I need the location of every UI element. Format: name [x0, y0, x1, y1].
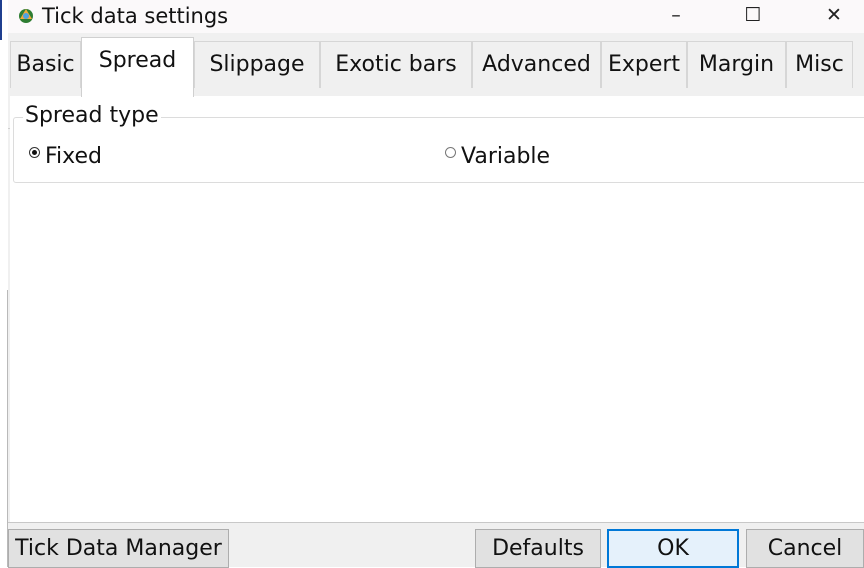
tab-margin[interactable]: Margin	[687, 41, 786, 88]
tab-exotic-bars[interactable]: Exotic bars	[320, 41, 472, 88]
tab-expert[interactable]: Expert	[601, 41, 687, 88]
spread-fixed-label: Fixed	[45, 144, 103, 169]
radio-selected-icon	[29, 147, 40, 158]
spread-variable-label: Variable	[461, 144, 551, 169]
spread-fixed-radio[interactable]: Fixed	[29, 143, 102, 171]
maximize-button[interactable]: ☐	[730, 0, 776, 33]
spread-type-legend: Spread type	[23, 102, 161, 130]
cancel-button[interactable]: Cancel	[746, 529, 864, 568]
background-window-strip	[0, 0, 8, 567]
title-bar[interactable]: Tick data settings – ☐ ✕	[8, 0, 864, 33]
tab-strip: Basic Spread Slippage Exotic bars Advanc…	[8, 33, 864, 129]
tick-data-manager-button[interactable]: Tick Data Manager	[8, 529, 229, 568]
tab-slippage[interactable]: Slippage	[194, 41, 320, 88]
tick-data-app-icon	[19, 9, 33, 23]
tab-basic[interactable]: Basic	[10, 41, 81, 88]
dialog-button-bar: Tick Data Manager Defaults OK Cancel	[8, 522, 864, 568]
spread-variable-radio[interactable]: Variable	[445, 143, 550, 171]
window-title: Tick data settings	[42, 4, 229, 28]
tab-misc[interactable]: Misc	[786, 41, 853, 88]
tick-data-settings-dialog: Tick data settings – ☐ ✕ Basic Spread Sl…	[8, 0, 864, 568]
ok-button[interactable]: OK	[607, 529, 739, 568]
spread-tab-panel: Spread type Fixed Variable	[10, 96, 864, 522]
radio-unselected-icon	[445, 147, 456, 158]
minimize-button[interactable]: –	[653, 0, 699, 33]
close-button[interactable]: ✕	[811, 0, 857, 33]
background-window-edge	[0, 0, 2, 40]
tab-advanced[interactable]: Advanced	[472, 41, 601, 88]
tab-spread[interactable]: Spread	[81, 37, 194, 97]
defaults-button[interactable]: Defaults	[475, 529, 601, 568]
